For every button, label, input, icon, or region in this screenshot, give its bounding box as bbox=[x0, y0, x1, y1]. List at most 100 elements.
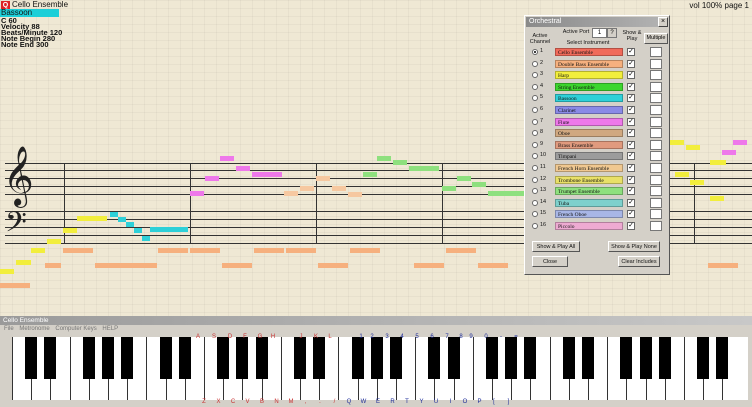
note[interactable] bbox=[0, 283, 30, 288]
note[interactable] bbox=[733, 140, 747, 145]
instrument-select-button[interactable]: Double Bass Ensemble bbox=[555, 59, 623, 68]
menu-computer-keys[interactable]: Computer Keys bbox=[55, 326, 96, 332]
black-key[interactable] bbox=[562, 337, 575, 379]
show-play-checkbox[interactable]: ✓ bbox=[627, 117, 635, 126]
instrument-select-button[interactable]: Trombone Ensemble bbox=[555, 175, 623, 184]
note[interactable] bbox=[118, 217, 126, 222]
note[interactable] bbox=[95, 263, 157, 268]
note[interactable] bbox=[478, 263, 508, 268]
instrument-select-button[interactable]: Piccolo bbox=[555, 222, 623, 230]
note[interactable] bbox=[63, 228, 77, 233]
channel-radio[interactable] bbox=[532, 60, 538, 67]
note[interactable] bbox=[252, 172, 282, 177]
show-play-checkbox[interactable]: ✓ bbox=[627, 152, 635, 161]
channel-radio[interactable] bbox=[532, 199, 538, 206]
black-key[interactable] bbox=[102, 337, 114, 379]
note[interactable] bbox=[236, 166, 250, 171]
menu-help[interactable]: HELP bbox=[102, 326, 118, 332]
note[interactable] bbox=[675, 172, 689, 177]
multiple-box[interactable] bbox=[650, 116, 662, 127]
note[interactable] bbox=[31, 248, 45, 253]
black-key[interactable] bbox=[351, 337, 364, 379]
black-key[interactable] bbox=[178, 337, 191, 379]
note[interactable] bbox=[350, 248, 380, 253]
black-key[interactable] bbox=[44, 337, 57, 379]
instrument-select-button[interactable]: French Oboe bbox=[555, 210, 623, 219]
note[interactable] bbox=[47, 239, 61, 244]
multiple-box[interactable] bbox=[650, 197, 662, 208]
note[interactable] bbox=[442, 186, 456, 191]
note[interactable] bbox=[158, 248, 188, 253]
show-play-checkbox[interactable]: ✓ bbox=[627, 106, 635, 114]
note[interactable] bbox=[409, 166, 439, 171]
black-key[interactable] bbox=[294, 337, 306, 379]
multiple-box[interactable] bbox=[650, 221, 662, 231]
note[interactable] bbox=[457, 176, 471, 181]
note[interactable] bbox=[670, 140, 684, 145]
note[interactable] bbox=[254, 248, 284, 253]
multiple-box[interactable] bbox=[650, 128, 662, 139]
menu-file[interactable]: File bbox=[4, 326, 14, 332]
instrument-select-button[interactable]: French Horn Ensemble bbox=[555, 164, 623, 172]
show-play-none-button[interactable]: Show & Play None bbox=[608, 241, 660, 252]
clear-includes-button[interactable]: Clear Includes bbox=[618, 256, 660, 267]
note[interactable] bbox=[363, 172, 377, 177]
multiple-box[interactable] bbox=[650, 70, 662, 81]
note[interactable] bbox=[142, 236, 150, 241]
instrument-select-button[interactable]: String Ensemble bbox=[555, 82, 623, 91]
note[interactable] bbox=[686, 145, 700, 150]
black-key[interactable] bbox=[121, 337, 134, 379]
show-play-checkbox[interactable]: ✓ bbox=[627, 48, 635, 56]
instrument-select-button[interactable]: Cello Ensemble bbox=[555, 48, 623, 56]
note[interactable] bbox=[190, 248, 220, 253]
channel-radio[interactable] bbox=[532, 141, 538, 148]
note[interactable] bbox=[710, 196, 724, 201]
channel-radio[interactable] bbox=[532, 107, 538, 113]
black-key[interactable] bbox=[639, 337, 652, 379]
active-port-help-button[interactable]: ? bbox=[607, 28, 617, 38]
black-key[interactable] bbox=[255, 337, 268, 379]
multiple-box[interactable] bbox=[650, 139, 662, 150]
black-key[interactable] bbox=[159, 337, 172, 379]
show-play-checkbox[interactable]: ✓ bbox=[627, 140, 635, 149]
note[interactable] bbox=[377, 156, 391, 161]
black-key[interactable] bbox=[486, 337, 498, 379]
multiple-box[interactable] bbox=[650, 151, 662, 162]
show-play-checkbox[interactable]: ✓ bbox=[627, 82, 635, 91]
note[interactable] bbox=[45, 263, 61, 268]
note[interactable] bbox=[446, 248, 476, 253]
note[interactable] bbox=[63, 248, 93, 253]
black-key[interactable] bbox=[370, 337, 383, 379]
note[interactable] bbox=[318, 263, 348, 268]
channel-radio[interactable] bbox=[532, 83, 538, 90]
show-play-all-button[interactable]: Show & Play All bbox=[532, 241, 580, 252]
note[interactable] bbox=[316, 176, 330, 181]
note[interactable] bbox=[284, 191, 298, 196]
menu-metronome[interactable]: Metronome bbox=[19, 326, 49, 332]
note[interactable] bbox=[722, 150, 736, 155]
note[interactable] bbox=[126, 222, 134, 227]
note[interactable] bbox=[710, 160, 726, 165]
black-key[interactable] bbox=[658, 337, 671, 379]
show-play-checkbox[interactable]: ✓ bbox=[627, 129, 635, 138]
black-key[interactable] bbox=[620, 337, 633, 379]
multiple-box[interactable] bbox=[650, 58, 662, 69]
note[interactable] bbox=[110, 212, 118, 217]
note[interactable] bbox=[488, 191, 524, 196]
active-port-field[interactable]: 1 bbox=[592, 28, 607, 38]
dialog-titlebar[interactable]: Orchestral bbox=[526, 17, 668, 27]
black-key[interactable] bbox=[505, 337, 518, 379]
show-play-checkbox[interactable]: ✓ bbox=[627, 175, 635, 184]
note[interactable] bbox=[472, 182, 486, 187]
instrument-select-button[interactable]: Flute bbox=[555, 117, 623, 126]
black-key[interactable] bbox=[313, 337, 326, 379]
multiple-box[interactable] bbox=[650, 209, 662, 220]
show-play-checkbox[interactable]: ✓ bbox=[627, 94, 635, 103]
instrument-select-button[interactable]: Timpani bbox=[555, 152, 623, 161]
multiple-button[interactable]: Multiple bbox=[644, 33, 668, 44]
note[interactable] bbox=[393, 160, 407, 165]
note[interactable] bbox=[222, 263, 252, 268]
note[interactable] bbox=[150, 227, 188, 232]
note[interactable] bbox=[414, 263, 444, 268]
keyboard-titlebar[interactable]: Cello Ensemble bbox=[0, 316, 752, 325]
